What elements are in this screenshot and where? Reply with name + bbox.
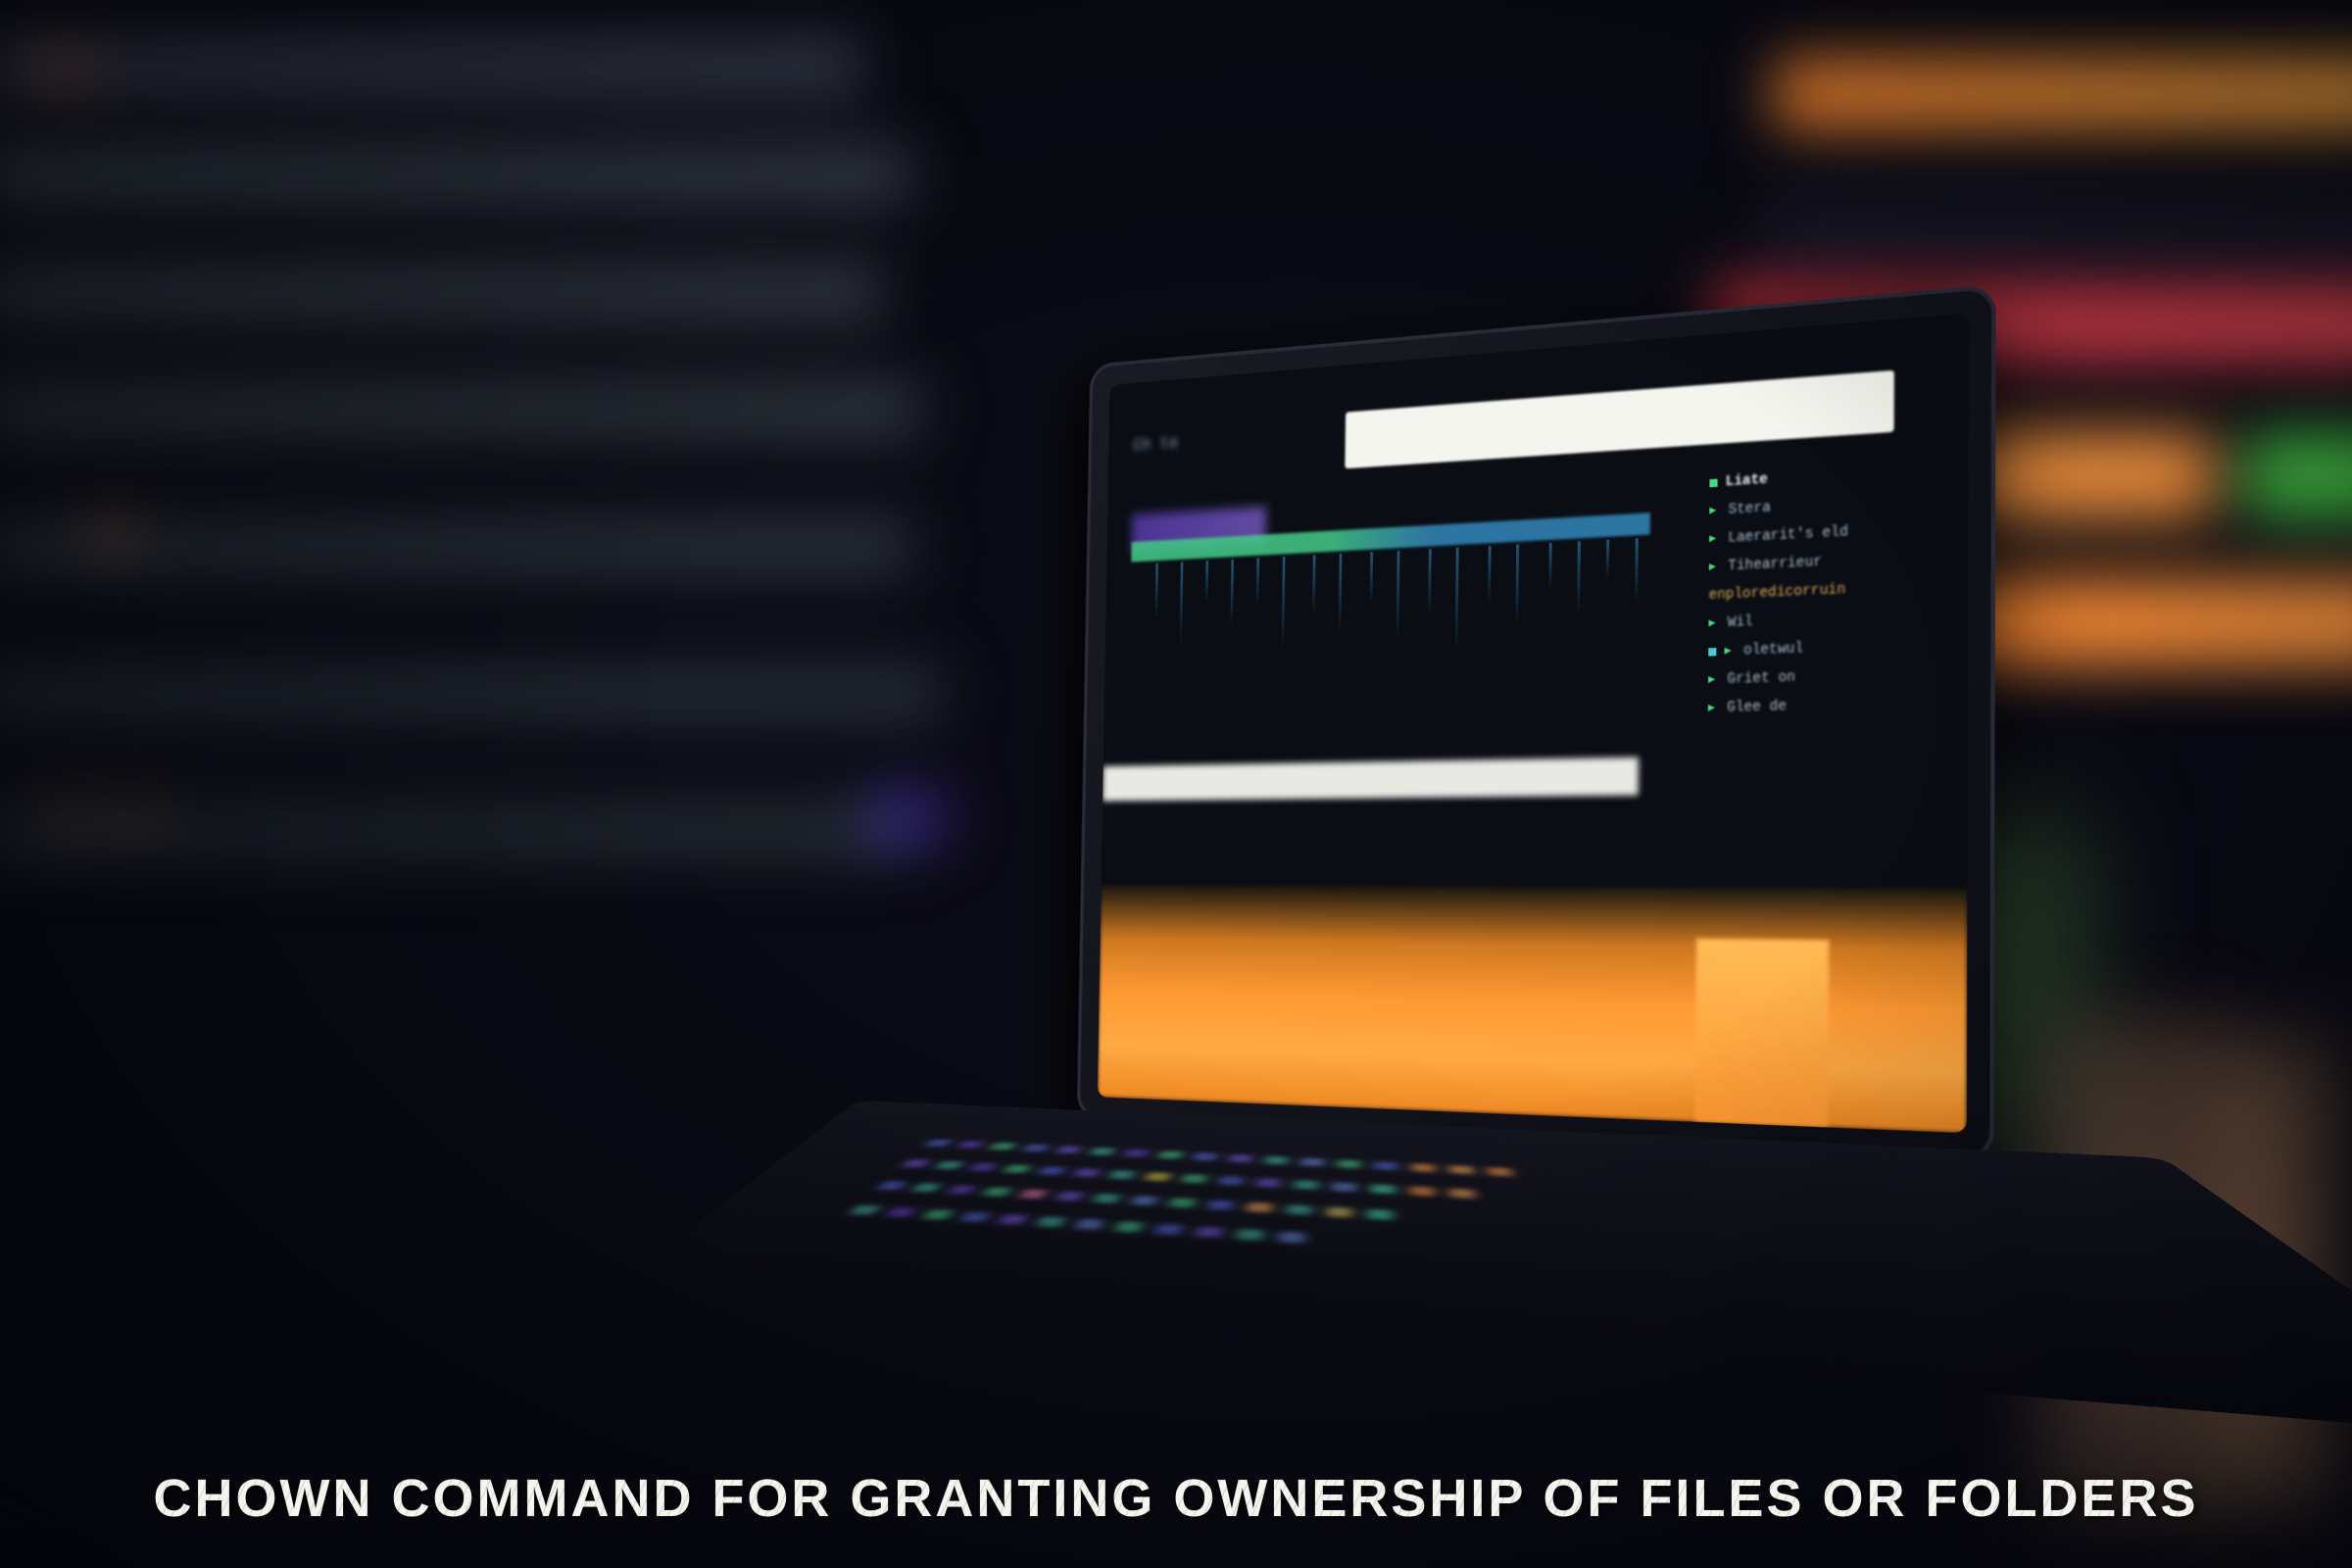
panel-label: enploredicorruin xyxy=(1709,574,1846,611)
bg-line xyxy=(0,39,862,93)
screen-side-panel: Liate ▸ Stera ▸ Laerarit's eld ▸ Tihearr… xyxy=(1707,456,1926,873)
bg-bar-green xyxy=(2244,431,2352,519)
laptop-screen: Ch ta xyxy=(1098,313,1969,1133)
bg-line xyxy=(0,265,882,318)
bg-dot xyxy=(59,804,78,823)
laptop-device: Ch ta xyxy=(1007,279,2050,1457)
chevron-icon: ▸ xyxy=(1708,609,1715,639)
bg-bar-orange xyxy=(1774,59,2352,127)
panel-label: Wil xyxy=(1728,607,1753,638)
bg-dot xyxy=(98,519,122,544)
screen-orange-panel xyxy=(1098,885,1968,1133)
bg-bar-dark xyxy=(1764,196,2352,255)
code-vertical-lines xyxy=(1146,538,1650,674)
chevron-icon: ▸ xyxy=(1709,552,1716,582)
chevron-icon: ▸ xyxy=(1708,693,1715,723)
bg-dot xyxy=(127,804,147,823)
bg-dot xyxy=(872,804,941,833)
chevron-icon: ▸ xyxy=(1708,665,1715,696)
bullet-icon xyxy=(1708,648,1716,657)
bullet-icon xyxy=(1709,479,1717,488)
panel-label: Glee de xyxy=(1727,691,1787,723)
bg-line xyxy=(0,519,911,573)
screen-orange-accent xyxy=(1695,939,1830,1128)
bg-dot xyxy=(49,54,78,83)
chevron-icon: ▸ xyxy=(1709,496,1716,526)
screen-divider-bar xyxy=(1102,758,1639,802)
bg-line xyxy=(0,147,911,201)
caption-text: CHOWN COMMAND FOR GRANTING OWNERSHIP OF … xyxy=(0,1468,2352,1529)
panel-label: Griet on xyxy=(1727,662,1795,695)
bg-line xyxy=(0,666,941,720)
screen-top-label: Ch ta xyxy=(1133,434,1178,456)
panel-label: oletwul xyxy=(1743,633,1803,665)
bg-line xyxy=(0,382,921,436)
chevron-icon: ▸ xyxy=(1724,636,1731,666)
panel-item: ▸ Glee de xyxy=(1708,689,1925,723)
screen-search-bar xyxy=(1345,370,1894,468)
chevron-icon: ▸ xyxy=(1709,524,1716,555)
